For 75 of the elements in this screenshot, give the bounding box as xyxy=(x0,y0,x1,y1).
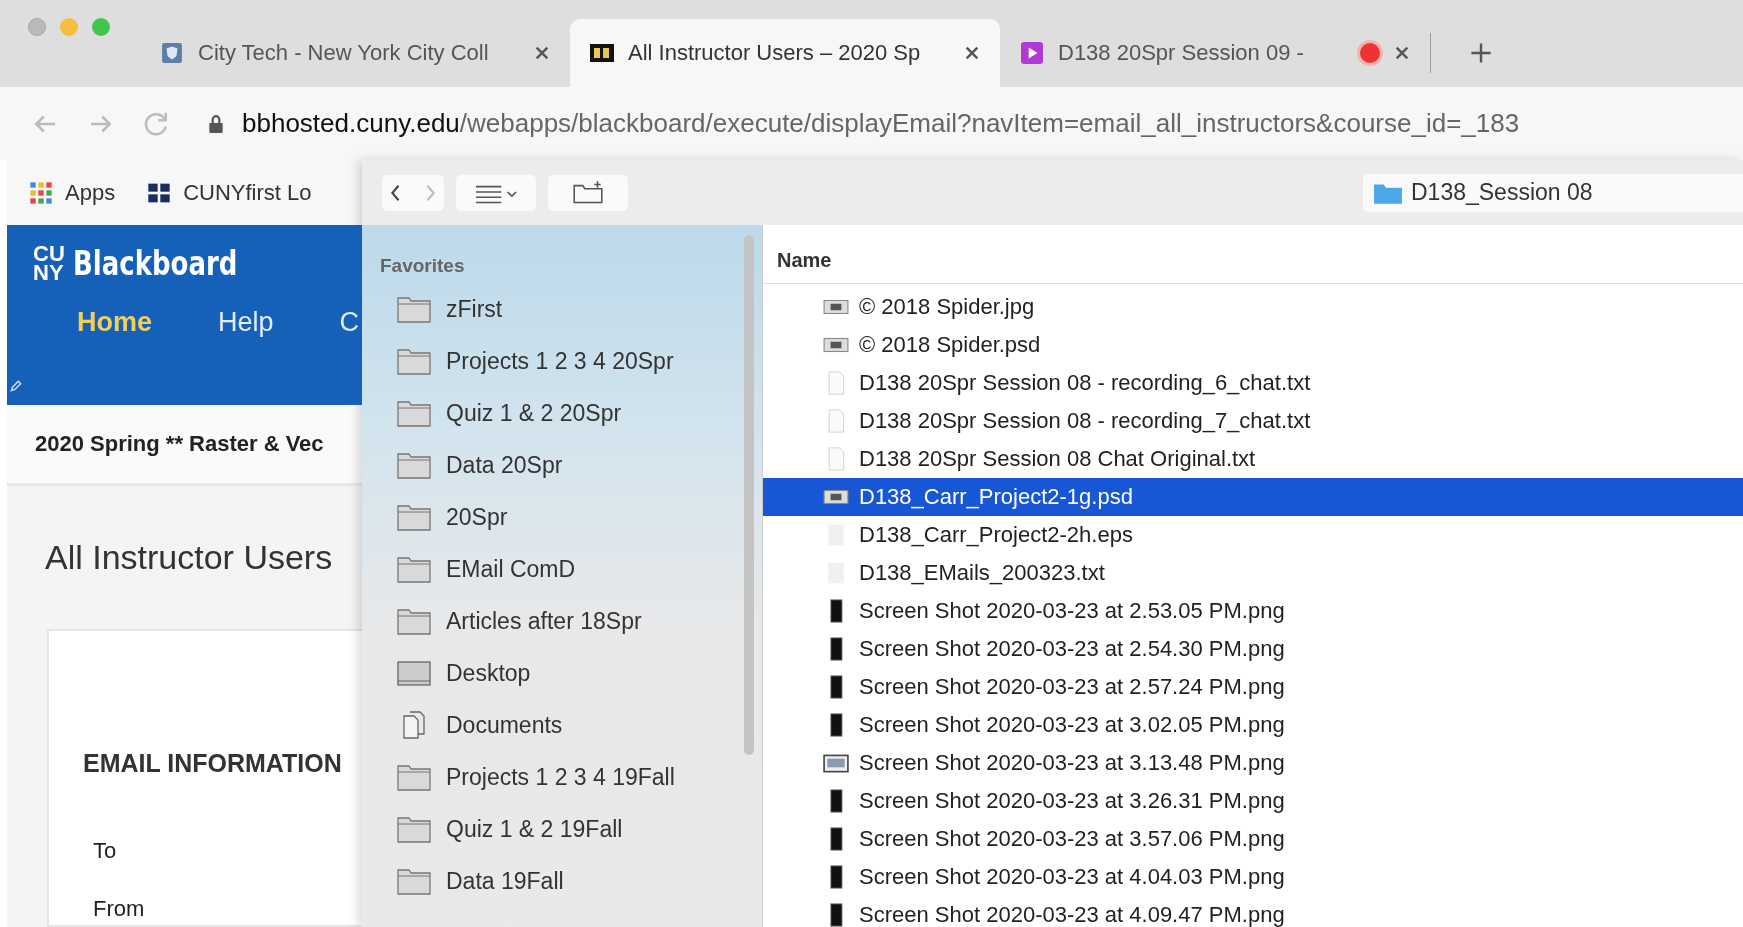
grid-icon xyxy=(29,180,53,205)
browser-tab[interactable]: D138 20Spr Session 09 - xyxy=(1000,19,1430,87)
monitor-icon xyxy=(396,658,432,688)
sidebar-item[interactable]: Quiz 1 & 2 20Spr xyxy=(380,387,762,439)
folder-icon xyxy=(396,346,432,376)
sidebar-item[interactable]: Quiz 1 & 2 19Fall xyxy=(380,803,762,855)
bb-logo-icon xyxy=(590,42,614,64)
folder-icon xyxy=(396,554,432,584)
sidebar-item[interactable]: Projects 1 2 3 4 20Spr xyxy=(380,335,762,387)
sidebar-item[interactable]: Data 20Spr xyxy=(380,439,762,491)
file-row[interactable]: D138_Carr_Project2-1g.psd xyxy=(763,478,1743,516)
close-icon[interactable] xyxy=(1394,45,1410,61)
pencil-icon[interactable] xyxy=(9,379,23,393)
location-dropdown[interactable]: D138_Session 08 xyxy=(1363,173,1743,212)
sidebar-item[interactable]: zFirst xyxy=(380,283,762,335)
file-row[interactable]: © 2018 Spider.jpg xyxy=(763,288,1743,326)
bookmark[interactable]: Apps xyxy=(29,179,116,206)
close-icon[interactable] xyxy=(964,45,980,61)
file-row[interactable]: D138 20Spr Session 08 - recording_6_chat.txt xyxy=(763,364,1743,402)
file-row[interactable]: Screen Shot 2020-03-23 at 3.02.05 PM.png xyxy=(763,706,1743,744)
sidebar-item[interactable]: Desktop xyxy=(380,647,762,699)
sidebar-item[interactable]: 20Spr xyxy=(380,491,762,543)
minimize-icon[interactable] xyxy=(60,18,78,36)
browser-tab[interactable]: City Tech - New York City Coll xyxy=(140,19,570,87)
new-tab-icon[interactable] xyxy=(1469,41,1493,65)
logo-mark: CU NY xyxy=(33,244,65,282)
field-label: To xyxy=(92,838,118,864)
folder-icon xyxy=(396,450,432,480)
file-row[interactable]: D138 20Spr Session 08 - recording_7_chat.txt xyxy=(763,402,1743,440)
course-title: 2020 Spring ** Raster & Vec xyxy=(7,405,362,486)
sidebar-item[interactable]: Projects 1 2 3 4 19Fall xyxy=(380,751,762,803)
file-row[interactable]: Screen Shot 2020-03-23 at 3.13.48 PM.png xyxy=(763,744,1743,782)
folder-icon xyxy=(396,398,432,428)
folder-icon xyxy=(396,762,432,792)
back-forward-icon[interactable] xyxy=(382,174,444,211)
sidebar-item[interactable]: Articles after 18Spr xyxy=(380,595,762,647)
close-icon[interactable] xyxy=(534,45,550,61)
section-heading: EMAIL INFORMATION xyxy=(83,749,343,778)
shield-icon xyxy=(160,42,184,64)
close-window-icon[interactable] xyxy=(28,18,46,36)
file-row[interactable]: Screen Shot 2020-03-23 at 2.53.05 PM.png xyxy=(763,592,1743,630)
browser-tab[interactable]: All Instructor Users – 2020 Sp xyxy=(570,19,1000,87)
field-label: From xyxy=(92,896,146,922)
file-row[interactable]: D138 20Spr Session 08 Chat Original.txt xyxy=(763,440,1743,478)
folder-icon xyxy=(396,294,432,324)
file-row[interactable]: Screen Shot 2020-03-23 at 2.54.30 PM.png xyxy=(763,630,1743,668)
nav-link[interactable]: C xyxy=(339,307,360,338)
file-row[interactable]: D138_Carr_Project2-2h.eps xyxy=(763,516,1743,554)
column-header[interactable]: Name xyxy=(763,237,1743,284)
nav-link[interactable]: Help xyxy=(218,307,274,338)
file-row[interactable]: Screen Shot 2020-03-23 at 2.57.24 PM.png xyxy=(763,668,1743,706)
sidebar-item[interactable]: Documents xyxy=(380,699,762,751)
file-row[interactable]: Screen Shot 2020-03-23 at 3.26.31 PM.png xyxy=(763,782,1743,820)
folder-icon xyxy=(396,606,432,636)
logo: Blackboard xyxy=(72,243,238,283)
file-row[interactable]: Screen Shot 2020-03-23 at 3.57.06 PM.png xyxy=(763,820,1743,858)
folder-icon xyxy=(396,814,432,844)
folder-icon xyxy=(396,502,432,532)
nav-link[interactable]: Home xyxy=(77,307,152,338)
sidebar-heading: Favorites xyxy=(380,255,466,277)
sidebar-item[interactable]: Data 19Fall xyxy=(380,855,762,907)
lock-icon xyxy=(208,113,224,134)
sidebar-item[interactable]: EMail ComD xyxy=(380,543,762,595)
page-heading: All Instructor Users xyxy=(44,537,334,577)
zoom-icon[interactable] xyxy=(92,18,110,36)
new-folder-icon[interactable] xyxy=(548,174,628,211)
file-row[interactable]: © 2018 Spider.psd xyxy=(763,326,1743,364)
file-row[interactable]: D138_EMails_200323.txt xyxy=(763,554,1743,592)
file-row[interactable]: Screen Shot 2020-03-23 at 4.09.47 PM.png xyxy=(763,896,1743,927)
file-row[interactable]: Screen Shot 2020-03-23 at 4.04.03 PM.png xyxy=(763,858,1743,896)
bookmark[interactable]: CUNYfirst Lo xyxy=(147,179,312,206)
list-view-icon[interactable] xyxy=(456,174,536,211)
folder-icon xyxy=(396,866,432,896)
play-icon xyxy=(1020,42,1044,64)
scrollbar[interactable] xyxy=(744,235,754,755)
